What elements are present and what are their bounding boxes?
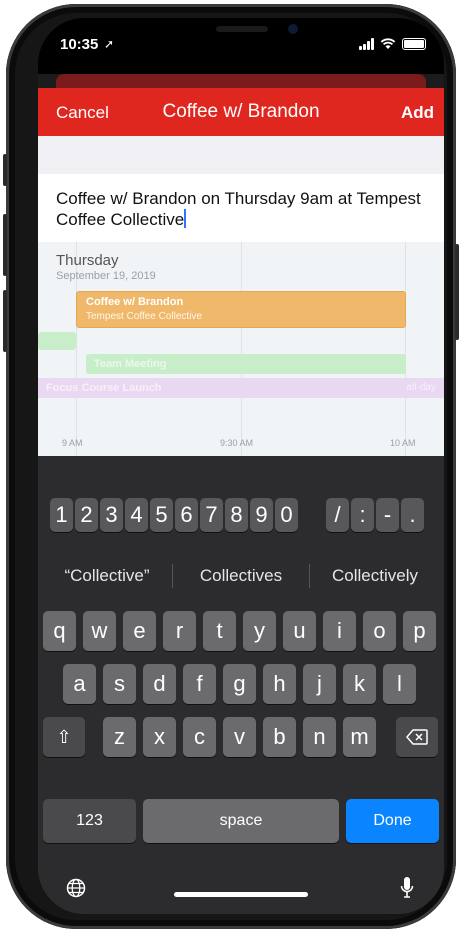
- key-f[interactable]: f: [183, 664, 216, 704]
- key-r[interactable]: r: [163, 611, 196, 651]
- nav-bar: Cancel Coffee w/ Brandon Add: [38, 88, 444, 136]
- done-key[interactable]: Done: [346, 799, 439, 843]
- key-9[interactable]: 9: [250, 498, 273, 532]
- location-arrow-icon: ➚: [104, 37, 115, 51]
- event-focus-title: Focus Course Launch: [46, 382, 162, 394]
- key-c[interactable]: c: [183, 717, 216, 757]
- key-period[interactable]: .: [401, 498, 424, 532]
- space-key[interactable]: space: [143, 799, 339, 843]
- event-team-meeting[interactable]: Team Meeting: [86, 354, 406, 374]
- event-coffee-location: Tempest Coffee Collective: [86, 311, 202, 322]
- key-0[interactable]: 0: [275, 498, 298, 532]
- key-dash[interactable]: -: [376, 498, 399, 532]
- key-j[interactable]: j: [303, 664, 336, 704]
- event-text-input[interactable]: Coffee w/ Brandon on Thursday 9am at Tem…: [38, 174, 444, 242]
- input-text: Coffee w/ Brandon on Thursday 9am at Tem…: [56, 189, 421, 229]
- key-v[interactable]: v: [223, 717, 256, 757]
- key-6[interactable]: 6: [175, 498, 198, 532]
- key-t[interactable]: t: [203, 611, 236, 651]
- side-button: [455, 244, 459, 340]
- event-focus-all-day: all-day: [406, 382, 436, 393]
- backspace-icon: [406, 729, 428, 745]
- key-a[interactable]: a: [63, 664, 96, 704]
- screen: 10:35 ➚ Cancel Coffee w/ Brandon Add Cof…: [38, 18, 444, 914]
- shift-key[interactable]: ⇧: [43, 717, 85, 757]
- battery-icon: [402, 38, 426, 50]
- key-o[interactable]: o: [363, 611, 396, 651]
- axis-label-9am: 9 AM: [62, 438, 83, 448]
- key-8[interactable]: 8: [225, 498, 248, 532]
- microphone-icon[interactable]: [400, 876, 414, 905]
- axis-label-930am: 9:30 AM: [220, 438, 254, 448]
- key-x[interactable]: x: [143, 717, 176, 757]
- front-camera: [288, 24, 298, 34]
- key-y[interactable]: y: [243, 611, 276, 651]
- volume-up-button: [3, 214, 7, 276]
- keyboard: 1 2 3 4 5 6 7 8 9 0 / : - . “Collective”…: [38, 456, 444, 914]
- key-1[interactable]: 1: [50, 498, 73, 532]
- text-caret: [184, 209, 187, 228]
- key-slash[interactable]: /: [326, 498, 349, 532]
- key-p[interactable]: p: [403, 611, 436, 651]
- axis-label-10am: 10 AM: [390, 438, 416, 448]
- calendar-preview: Thursday September 19, 2019 Coffee w/ Br…: [38, 242, 444, 456]
- key-u[interactable]: u: [283, 611, 316, 651]
- key-h[interactable]: h: [263, 664, 296, 704]
- volume-down-button: [3, 290, 7, 352]
- suggestion-2[interactable]: Collectives: [174, 566, 308, 586]
- key-3[interactable]: 3: [100, 498, 123, 532]
- key-d[interactable]: d: [143, 664, 176, 704]
- key-z[interactable]: z: [103, 717, 136, 757]
- key-m[interactable]: m: [343, 717, 376, 757]
- key-q[interactable]: q: [43, 611, 76, 651]
- shift-icon: ⇧: [56, 727, 72, 747]
- key-l[interactable]: l: [383, 664, 416, 704]
- gridline: [241, 242, 242, 456]
- event-coffee[interactable]: Coffee w/ Brandon Tempest Coffee Collect…: [76, 291, 406, 328]
- event-focus-course-launch[interactable]: Focus Course Launch all-day: [38, 378, 444, 398]
- key-e[interactable]: e: [123, 611, 156, 651]
- notch: [138, 18, 346, 56]
- gridline: [405, 242, 406, 456]
- suggestion-divider: [309, 564, 310, 588]
- numbers-mode-key[interactable]: 123: [43, 799, 136, 843]
- event-coffee-title: Coffee w/ Brandon: [86, 296, 184, 308]
- key-i[interactable]: i: [323, 611, 356, 651]
- nav-title: Coffee w/ Brandon: [162, 101, 320, 122]
- calendar-day: Thursday: [56, 252, 119, 269]
- spacer: [38, 136, 444, 174]
- speaker-grille: [216, 26, 268, 32]
- backspace-key[interactable]: [396, 717, 438, 757]
- key-s[interactable]: s: [103, 664, 136, 704]
- calendar-date: September 19, 2019: [56, 270, 156, 282]
- status-icons: [359, 38, 426, 50]
- cellular-signal-icon: [359, 38, 374, 50]
- key-n[interactable]: n: [303, 717, 336, 757]
- status-time: 10:35: [60, 36, 99, 53]
- key-colon[interactable]: :: [351, 498, 374, 532]
- mute-switch: [3, 154, 7, 186]
- globe-icon[interactable]: [66, 878, 86, 903]
- home-indicator[interactable]: [174, 892, 308, 897]
- event-green[interactable]: [38, 332, 76, 350]
- suggestion-1[interactable]: “Collective”: [44, 566, 170, 586]
- event-text-value[interactable]: Coffee w/ Brandon on Thursday 9am at Tem…: [56, 188, 426, 230]
- key-w[interactable]: w: [83, 611, 116, 651]
- key-7[interactable]: 7: [200, 498, 223, 532]
- suggestion-3[interactable]: Collectively: [311, 566, 439, 586]
- key-4[interactable]: 4: [125, 498, 148, 532]
- suggestion-divider: [172, 564, 173, 588]
- key-5[interactable]: 5: [150, 498, 173, 532]
- event-team-meeting-title: Team Meeting: [94, 358, 167, 370]
- add-button[interactable]: Add: [401, 103, 434, 123]
- key-2[interactable]: 2: [75, 498, 98, 532]
- wifi-icon: [380, 38, 396, 49]
- key-b[interactable]: b: [263, 717, 296, 757]
- key-k[interactable]: k: [343, 664, 376, 704]
- key-g[interactable]: g: [223, 664, 256, 704]
